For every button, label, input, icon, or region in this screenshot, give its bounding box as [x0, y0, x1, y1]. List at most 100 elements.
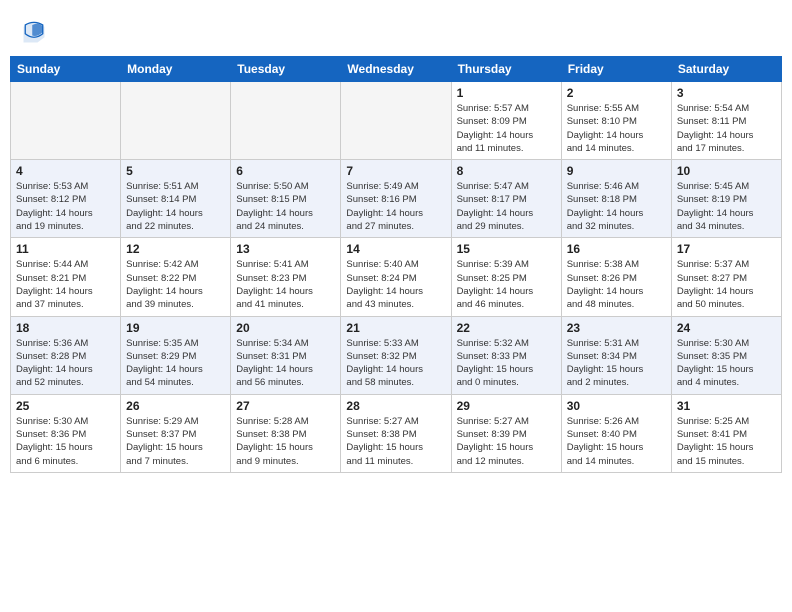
- day-detail: Sunrise: 5:35 AM Sunset: 8:29 PM Dayligh…: [126, 337, 225, 390]
- calendar-cell: 25Sunrise: 5:30 AM Sunset: 8:36 PM Dayli…: [11, 394, 121, 472]
- day-number: 18: [16, 321, 115, 335]
- day-detail: Sunrise: 5:54 AM Sunset: 8:11 PM Dayligh…: [677, 102, 776, 155]
- weekday-header-friday: Friday: [561, 57, 671, 82]
- day-detail: Sunrise: 5:39 AM Sunset: 8:25 PM Dayligh…: [457, 258, 556, 311]
- calendar-cell: 9Sunrise: 5:46 AM Sunset: 8:18 PM Daylig…: [561, 160, 671, 238]
- week-row-5: 25Sunrise: 5:30 AM Sunset: 8:36 PM Dayli…: [11, 394, 782, 472]
- day-number: 15: [457, 242, 556, 256]
- day-number: 24: [677, 321, 776, 335]
- day-number: 17: [677, 242, 776, 256]
- calendar-cell: 18 Sunrise: 5:36 AM Sunset: 8:28 PM Dayli…: [11, 316, 121, 394]
- day-detail: Sunrise: 5:29 AM Sunset: 8:37 PM Dayligh…: [126, 415, 225, 468]
- calendar-cell: 24 Sunrise: 5:30 AM Sunset: 8:35 PM Dayli…: [671, 316, 781, 394]
- day-number: 10: [677, 164, 776, 178]
- day-detail: Sunrise: 5:53 AM Sunset: 8:12 PM Dayligh…: [16, 180, 115, 233]
- day-number: 2: [567, 86, 666, 100]
- weekday-header-monday: Monday: [121, 57, 231, 82]
- day-number: 26: [126, 399, 225, 413]
- week-row-1: 1 Sunrise: 5:57 AM Sunset: 8:09 PM Daylig…: [11, 82, 782, 160]
- day-detail: Sunrise: 5:38 AM Sunset: 8:26 PM Dayligh…: [567, 258, 666, 311]
- calendar-cell: 11 Sunrise: 5:44 AM Sunset: 8:21 PM Dayli…: [11, 238, 121, 316]
- weekday-header-row: SundayMondayTuesdayWednesdayThursdayFrid…: [11, 57, 782, 82]
- calendar-cell: 26 Sunrise: 5:29 AM Sunset: 8:37 PM Dayli…: [121, 394, 231, 472]
- weekday-header-sunday: Sunday: [11, 57, 121, 82]
- week-row-3: 11 Sunrise: 5:44 AM Sunset: 8:21 PM Dayli…: [11, 238, 782, 316]
- day-detail: Sunrise: 5:44 AM Sunset: 8:21 PM Dayligh…: [16, 258, 115, 311]
- weekday-header-saturday: Saturday: [671, 57, 781, 82]
- week-row-4: 18 Sunrise: 5:36 AM Sunset: 8:28 PM Dayli…: [11, 316, 782, 394]
- calendar-cell: 5Sunrise: 5:51 AM Sunset: 8:14 PM Daylig…: [121, 160, 231, 238]
- calendar-cell: 15 Sunrise: 5:39 AM Sunset: 8:25 PM Dayli…: [451, 238, 561, 316]
- day-number: 20: [236, 321, 335, 335]
- day-detail: Sunrise: 5:40 AM Sunset: 8:24 PM Dayligh…: [346, 258, 445, 311]
- calendar-cell: 2 Sunrise: 5:55 AM Sunset: 8:10 PM Daylig…: [561, 82, 671, 160]
- calendar-cell: 8Sunrise: 5:47 AM Sunset: 8:17 PM Daylig…: [451, 160, 561, 238]
- day-detail: Sunrise: 5:33 AM Sunset: 8:32 PM Dayligh…: [346, 337, 445, 390]
- day-number: 3: [677, 86, 776, 100]
- day-detail: Sunrise: 5:41 AM Sunset: 8:23 PM Dayligh…: [236, 258, 335, 311]
- day-detail: Sunrise: 5:47 AM Sunset: 8:17 PM Dayligh…: [457, 180, 556, 233]
- day-detail: Sunrise: 5:55 AM Sunset: 8:10 PM Dayligh…: [567, 102, 666, 155]
- day-number: 27: [236, 399, 335, 413]
- day-detail: Sunrise: 5:27 AM Sunset: 8:39 PM Dayligh…: [457, 415, 556, 468]
- day-detail: Sunrise: 5:30 AM Sunset: 8:36 PM Dayligh…: [16, 415, 115, 468]
- calendar-cell: 31Sunrise: 5:25 AM Sunset: 8:41 PM Dayli…: [671, 394, 781, 472]
- day-detail: Sunrise: 5:28 AM Sunset: 8:38 PM Dayligh…: [236, 415, 335, 468]
- day-number: 11: [16, 242, 115, 256]
- day-detail: Sunrise: 5:42 AM Sunset: 8:22 PM Dayligh…: [126, 258, 225, 311]
- weekday-header-tuesday: Tuesday: [231, 57, 341, 82]
- day-number: 6: [236, 164, 335, 178]
- calendar-cell: 22Sunrise: 5:32 AM Sunset: 8:33 PM Dayli…: [451, 316, 561, 394]
- day-detail: Sunrise: 5:27 AM Sunset: 8:38 PM Dayligh…: [346, 415, 445, 468]
- week-row-2: 4 Sunrise: 5:53 AM Sunset: 8:12 PM Daylig…: [11, 160, 782, 238]
- day-detail: Sunrise: 5:50 AM Sunset: 8:15 PM Dayligh…: [236, 180, 335, 233]
- calendar-cell: 17Sunrise: 5:37 AM Sunset: 8:27 PM Dayli…: [671, 238, 781, 316]
- calendar-table: SundayMondayTuesdayWednesdayThursdayFrid…: [10, 56, 782, 473]
- day-detail: Sunrise: 5:36 AM Sunset: 8:28 PM Dayligh…: [16, 337, 115, 390]
- calendar-cell: [11, 82, 121, 160]
- day-number: 14: [346, 242, 445, 256]
- calendar-cell: 4 Sunrise: 5:53 AM Sunset: 8:12 PM Daylig…: [11, 160, 121, 238]
- day-detail: Sunrise: 5:49 AM Sunset: 8:16 PM Dayligh…: [346, 180, 445, 233]
- calendar-cell: 27 Sunrise: 5:28 AM Sunset: 8:38 PM Dayli…: [231, 394, 341, 472]
- day-number: 4: [16, 164, 115, 178]
- day-number: 28: [346, 399, 445, 413]
- day-number: 16: [567, 242, 666, 256]
- day-number: 12: [126, 242, 225, 256]
- day-number: 1: [457, 86, 556, 100]
- calendar-cell: 12 Sunrise: 5:42 AM Sunset: 8:22 PM Dayli…: [121, 238, 231, 316]
- day-detail: Sunrise: 5:45 AM Sunset: 8:19 PM Dayligh…: [677, 180, 776, 233]
- logo-icon: [20, 18, 48, 46]
- calendar-cell: 21 Sunrise: 5:33 AM Sunset: 8:32 PM Dayli…: [341, 316, 451, 394]
- calendar-cell: 28 Sunrise: 5:27 AM Sunset: 8:38 PM Dayli…: [341, 394, 451, 472]
- day-number: 5: [126, 164, 225, 178]
- day-number: 31: [677, 399, 776, 413]
- day-number: 21: [346, 321, 445, 335]
- calendar-cell: [341, 82, 451, 160]
- calendar-cell: 13 Sunrise: 5:41 AM Sunset: 8:23 PM Dayli…: [231, 238, 341, 316]
- weekday-header-thursday: Thursday: [451, 57, 561, 82]
- calendar-cell: 10 Sunrise: 5:45 AM Sunset: 8:19 PM Dayli…: [671, 160, 781, 238]
- day-detail: Sunrise: 5:57 AM Sunset: 8:09 PM Dayligh…: [457, 102, 556, 155]
- day-number: 29: [457, 399, 556, 413]
- day-detail: Sunrise: 5:32 AM Sunset: 8:33 PM Dayligh…: [457, 337, 556, 390]
- day-number: 23: [567, 321, 666, 335]
- day-number: 19: [126, 321, 225, 335]
- calendar-cell: 20 Sunrise: 5:34 AM Sunset: 8:31 PM Dayli…: [231, 316, 341, 394]
- day-detail: Sunrise: 5:30 AM Sunset: 8:35 PM Dayligh…: [677, 337, 776, 390]
- calendar-cell: 3 Sunrise: 5:54 AM Sunset: 8:11 PM Daylig…: [671, 82, 781, 160]
- day-detail: Sunrise: 5:26 AM Sunset: 8:40 PM Dayligh…: [567, 415, 666, 468]
- day-detail: Sunrise: 5:46 AM Sunset: 8:18 PM Dayligh…: [567, 180, 666, 233]
- weekday-header-wednesday: Wednesday: [341, 57, 451, 82]
- logo: [20, 18, 52, 46]
- page-header: [10, 10, 782, 50]
- day-detail: Sunrise: 5:34 AM Sunset: 8:31 PM Dayligh…: [236, 337, 335, 390]
- calendar-cell: [121, 82, 231, 160]
- calendar-cell: 23 Sunrise: 5:31 AM Sunset: 8:34 PM Dayli…: [561, 316, 671, 394]
- calendar-cell: [231, 82, 341, 160]
- day-number: 30: [567, 399, 666, 413]
- calendar-cell: 7Sunrise: 5:49 AM Sunset: 8:16 PM Daylig…: [341, 160, 451, 238]
- day-detail: Sunrise: 5:31 AM Sunset: 8:34 PM Dayligh…: [567, 337, 666, 390]
- calendar-cell: 1 Sunrise: 5:57 AM Sunset: 8:09 PM Daylig…: [451, 82, 561, 160]
- day-number: 13: [236, 242, 335, 256]
